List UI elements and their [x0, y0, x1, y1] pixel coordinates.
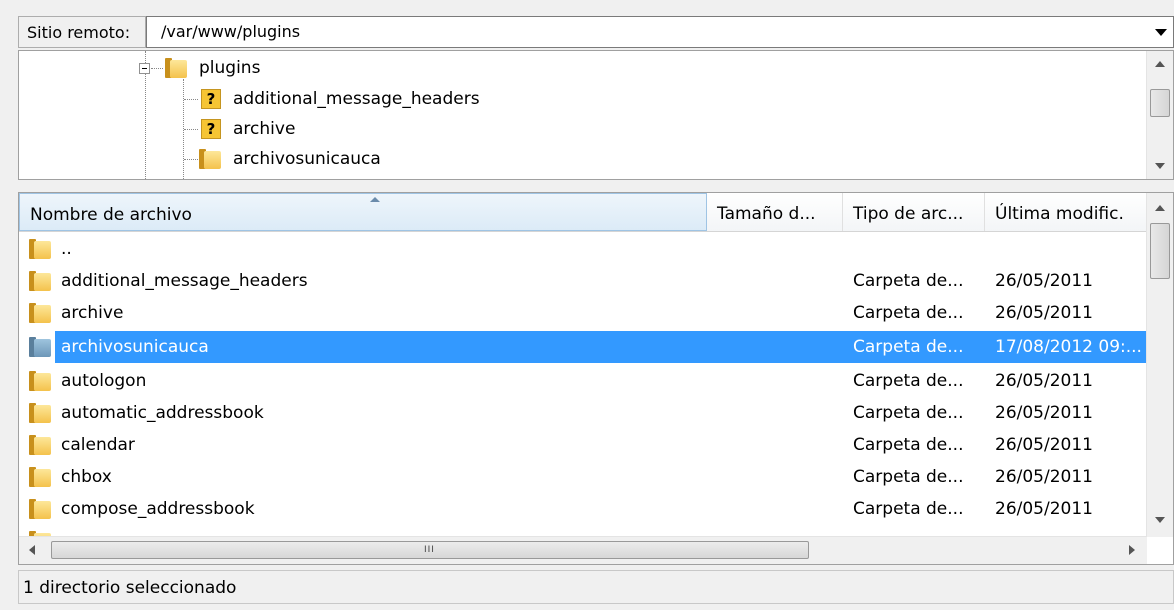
tree-item-label: additional_message_headers [233, 89, 480, 109]
collapse-icon[interactable] [139, 63, 150, 74]
file-type: Carpeta de... [853, 499, 964, 519]
table-row[interactable]: .. [19, 233, 1147, 265]
table-row[interactable]: compose_addressbook Carpeta de... 26/05/… [19, 493, 1147, 525]
sort-ascending-icon [370, 197, 380, 202]
column-header-size[interactable]: Tamaño d... [707, 193, 843, 231]
file-modified: 26/05/2011 [995, 303, 1093, 323]
file-modified: 26/05/2011 [995, 467, 1093, 487]
status-bar: 1 directorio seleccionado [18, 570, 1174, 604]
file-modified: 26/05/2011 [995, 371, 1093, 391]
tree-item-label: archivosunicauca [233, 149, 381, 169]
column-header-label: Tipo de arc... [853, 204, 964, 224]
remote-path-combobox[interactable]: /var/www/plugins [146, 16, 1174, 48]
folder-icon [199, 149, 221, 169]
file-name: chbox [61, 467, 112, 487]
folder-icon [29, 303, 51, 323]
tree-item-plugins[interactable]: plugins [19, 53, 1139, 83]
file-type: Carpeta de... [853, 303, 964, 323]
tree-connector [184, 99, 198, 100]
file-name: .. [61, 239, 72, 259]
remote-directory-tree: plugins ? additional_message_headers ? a… [18, 50, 1174, 180]
file-name: autologon [61, 371, 147, 391]
scroll-left-icon[interactable] [29, 545, 35, 555]
scroll-right-icon[interactable] [1129, 545, 1135, 555]
tree-item-archivosunicauca[interactable]: archivosunicauca [19, 144, 1139, 174]
column-header-label: Nombre de archivo [30, 205, 192, 225]
file-modified: 26/05/2011 [995, 271, 1093, 291]
column-header-label: Tamaño d... [717, 204, 816, 224]
file-type: Carpeta de... [853, 435, 964, 455]
unknown-question-icon: ? [201, 89, 221, 109]
file-type: Carpeta de... [853, 371, 964, 391]
file-modified: 26/05/2011 [995, 499, 1093, 519]
file-type: Carpeta de... [853, 403, 964, 423]
file-list-horizontal-scrollbar[interactable]: III [19, 536, 1147, 564]
column-header-modified[interactable]: Última modific. [985, 193, 1147, 231]
tree-item-archive[interactable]: ? archive [19, 114, 1139, 144]
file-modified: 17/08/2012 09:... [995, 337, 1142, 357]
table-row[interactable]: autologon Carpeta de... 26/05/2011 [19, 365, 1147, 397]
file-list-vertical-scrollbar[interactable] [1146, 193, 1173, 537]
tree-connector [151, 68, 163, 69]
chevron-down-icon[interactable] [1155, 29, 1167, 36]
scrollbar-thumb[interactable] [1150, 223, 1170, 279]
file-type: Carpeta de... [853, 467, 964, 487]
file-modified: 26/05/2011 [995, 403, 1093, 423]
file-list-header: Nombre de archivo Tamaño d... Tipo de ar… [19, 193, 1147, 232]
table-row[interactable]: automatic_addressbook Carpeta de... 26/0… [19, 397, 1147, 429]
file-type: Carpeta de... [853, 271, 964, 291]
tree-connector [184, 159, 198, 160]
table-row[interactable]: chbox Carpeta de... 26/05/2011 [19, 461, 1147, 493]
file-name: archive [61, 303, 124, 323]
folder-icon [165, 58, 187, 78]
file-name: archivosunicauca [61, 337, 209, 357]
column-header-label: Última modific. [995, 204, 1124, 224]
table-row[interactable]: additional_message_headers Carpeta de...… [19, 265, 1147, 297]
file-name: compose_addressbook [61, 499, 255, 519]
tree-vertical-scrollbar[interactable] [1146, 51, 1173, 179]
file-name: automatic_addressbook [61, 403, 264, 423]
scroll-up-icon[interactable] [1155, 61, 1165, 67]
tree-item-additional-message-headers[interactable]: ? additional_message_headers [19, 84, 1139, 114]
column-header-type[interactable]: Tipo de arc... [843, 193, 985, 231]
scroll-down-icon[interactable] [1155, 517, 1165, 523]
remote-site-bar: Sitio remoto: /var/www/plugins [18, 16, 1174, 50]
unknown-question-icon: ? [201, 119, 221, 139]
folder-icon [29, 239, 51, 259]
folder-icon [29, 403, 51, 423]
folder-icon [29, 337, 51, 357]
table-row-selected[interactable]: archivosunicauca Carpeta de... 17/08/201… [19, 331, 1147, 363]
folder-icon [29, 499, 51, 519]
scroll-up-icon[interactable] [1155, 205, 1165, 211]
file-name: additional_message_headers [61, 271, 308, 291]
folder-icon [29, 271, 51, 291]
tree-item-label: plugins [199, 58, 261, 78]
grip-icon: III [424, 545, 435, 555]
folder-icon [29, 467, 51, 487]
scroll-down-icon[interactable] [1155, 163, 1165, 169]
table-row[interactable]: archive Carpeta de... 26/05/2011 [19, 297, 1147, 329]
remote-path-value: /var/www/plugins [161, 22, 301, 41]
table-row[interactable]: calendar Carpeta de... 26/05/2011 [19, 429, 1147, 461]
tree-connector [184, 129, 198, 130]
file-name: calendar [61, 435, 135, 455]
remote-file-list: Nombre de archivo Tamaño d... Tipo de ar… [18, 192, 1174, 565]
column-header-name[interactable]: Nombre de archivo [19, 193, 707, 231]
scrollbar-thumb[interactable] [1150, 89, 1170, 117]
remote-site-label: Sitio remoto: [18, 16, 146, 48]
file-modified: 26/05/2011 [995, 435, 1093, 455]
file-type: Carpeta de... [853, 337, 964, 357]
tree-item-label: archive [233, 119, 296, 139]
folder-icon [29, 371, 51, 391]
folder-icon [29, 435, 51, 455]
selection-highlight [55, 331, 1147, 363]
scrollbar-thumb[interactable]: III [51, 541, 809, 559]
